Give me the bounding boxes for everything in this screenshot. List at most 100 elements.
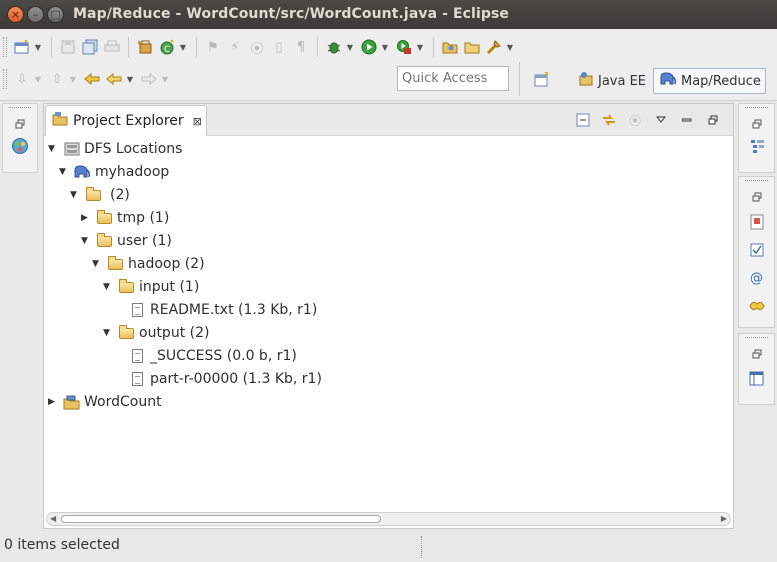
minimize-view-icon[interactable]: [677, 110, 697, 130]
run-icon[interactable]: [359, 37, 379, 57]
folder-icon: [107, 255, 124, 272]
snippets-icon[interactable]: [739, 292, 774, 320]
close-window-button[interactable]: ×: [7, 6, 24, 23]
servers-icon[interactable]: @: [739, 264, 774, 292]
toolbar-grip[interactable]: [3, 37, 7, 57]
toggle-breakpoint-icon[interactable]: ⚑: [203, 37, 223, 57]
new-class-icon[interactable]: C: [157, 37, 177, 57]
toolbar-separator: [433, 37, 434, 57]
debug-icon[interactable]: [324, 37, 344, 57]
tree-item-output[interactable]: ▼ output (2): [101, 322, 209, 344]
collapse-all-icon[interactable]: [573, 110, 593, 130]
horizontal-scrollbar[interactable]: ◀ ▶: [46, 512, 731, 526]
view-header: Project Explorer ⊠ ⦿: [44, 104, 733, 136]
expanded-twistie-icon[interactable]: ▼: [101, 282, 112, 292]
window-controls: × – □: [7, 6, 64, 23]
tab-project-explorer[interactable]: Project Explorer ⊠: [45, 105, 207, 136]
restore-icon[interactable]: [739, 113, 774, 135]
save-icon[interactable]: [58, 37, 78, 57]
restore-icon[interactable]: [739, 186, 774, 208]
java-ee-icon: [578, 71, 594, 91]
expanded-twistie-icon[interactable]: ▼: [46, 144, 57, 154]
show-whitespace-icon[interactable]: ¶: [291, 37, 311, 57]
back-icon[interactable]: [104, 69, 124, 89]
window-titlebar: × – □ Map/Reduce - WordCount/src/WordCou…: [0, 0, 777, 29]
perspective-java-ee[interactable]: Java EE: [573, 68, 651, 94]
open-perspective-icon[interactable]: [532, 70, 552, 90]
tree-item-input[interactable]: ▼ input (1): [101, 276, 199, 298]
run-external-tool-icon[interactable]: [394, 37, 414, 57]
maximize-view-icon[interactable]: [703, 110, 723, 130]
last-edit-location-icon[interactable]: [82, 69, 102, 89]
toolbar-grip[interactable]: [3, 69, 7, 89]
expanded-twistie-icon[interactable]: ▼: [90, 259, 101, 269]
next-annotation-icon[interactable]: ⇩: [12, 69, 32, 89]
tree-item-readme[interactable]: README.txt (1.3 Kb, r1): [112, 299, 317, 321]
perspective-separator: [519, 62, 520, 96]
search-dropdown-icon[interactable]: ▼: [506, 43, 514, 52]
restore-icon[interactable]: [3, 113, 37, 135]
new-wizard-icon[interactable]: [12, 37, 32, 57]
collapsed-twistie-icon[interactable]: ▶: [46, 397, 57, 407]
view-settings-icon[interactable]: ⦿: [625, 110, 645, 130]
expanded-twistie-icon[interactable]: ▼: [79, 236, 90, 246]
close-tab-icon[interactable]: ⊠: [193, 115, 202, 128]
new-dropdown-icon[interactable]: ▼: [34, 43, 42, 52]
new-java-project-icon[interactable]: [135, 37, 155, 57]
back-dropdown-icon[interactable]: ▼: [126, 75, 134, 84]
expanded-twistie-icon[interactable]: ▼: [101, 328, 112, 338]
tree-item-label: input (1): [139, 279, 200, 295]
toggle-mark-icon[interactable]: ⚡: [225, 37, 245, 57]
next-annotation-dropdown-icon[interactable]: ▼: [34, 75, 42, 84]
file-icon: [129, 348, 146, 364]
task-list-icon[interactable]: [3, 135, 37, 157]
tree-item-label: myhadoop: [95, 164, 170, 180]
quick-access-input[interactable]: [397, 66, 509, 91]
tree-item-wordcount[interactable]: ▶ WordCount: [46, 391, 162, 413]
expanded-twistie-icon[interactable]: ▼: [68, 190, 79, 200]
tree-item-root-folder[interactable]: ▼ (2): [68, 184, 130, 206]
perspective-map-reduce[interactable]: Map/Reduce: [653, 68, 766, 94]
collapsed-twistie-icon[interactable]: ▶: [79, 213, 90, 223]
scrollbar-thumb[interactable]: [61, 515, 381, 523]
expanded-twistie-icon[interactable]: ▼: [57, 167, 68, 177]
tree-item-label: _SUCCESS (0.0 b, r1): [150, 348, 297, 364]
debug-dropdown-icon[interactable]: ▼: [346, 43, 354, 52]
previous-annotation-icon[interactable]: ⇧: [47, 69, 67, 89]
open-type-icon[interactable]: [440, 37, 460, 57]
tree-item-label: output (2): [139, 325, 210, 341]
save-all-icon[interactable]: [80, 37, 100, 57]
restore-icon[interactable]: [739, 343, 774, 365]
tree-item-myhadoop[interactable]: ▼ myhadoop: [57, 161, 169, 183]
view-menu-icon[interactable]: [651, 110, 671, 130]
forward-icon[interactable]: [139, 69, 159, 89]
minimize-window-button[interactable]: –: [27, 6, 44, 23]
link-with-editor-icon[interactable]: [599, 110, 619, 130]
tree-item-user[interactable]: ▼ user (1): [79, 230, 172, 252]
tree-item-label: user (1): [117, 233, 172, 249]
tree-item-success[interactable]: _SUCCESS (0.0 b, r1): [112, 345, 297, 367]
tree-item-dfs-locations[interactable]: ▼ DFS Locations: [46, 138, 182, 160]
external-tool-dropdown-icon[interactable]: ▼: [416, 43, 424, 52]
outline-icon[interactable]: [739, 135, 774, 157]
clipboard-icon[interactable]: ▯: [269, 37, 289, 57]
tree-item-hadoop[interactable]: ▼ hadoop (2): [90, 253, 205, 275]
forward-dropdown-icon[interactable]: ▼: [161, 75, 169, 84]
maximize-window-button[interactable]: □: [47, 6, 64, 23]
toolbar-separator: [51, 37, 52, 57]
skip-breakpoints-icon[interactable]: ⦿: [247, 37, 267, 57]
window-layout-icon[interactable]: [739, 365, 774, 391]
tree-item-part-r-00000[interactable]: part-r-00000 (1.3 Kb, r1): [112, 368, 322, 390]
markers-icon[interactable]: [739, 208, 774, 236]
run-dropdown-icon[interactable]: ▼: [381, 43, 389, 52]
previous-annotation-dropdown-icon[interactable]: ▼: [69, 75, 77, 84]
scroll-right-icon[interactable]: ▶: [721, 513, 727, 525]
print-icon[interactable]: [102, 37, 122, 57]
properties-icon[interactable]: [739, 236, 774, 264]
new-class-dropdown-icon[interactable]: ▼: [179, 43, 187, 52]
open-task-icon[interactable]: [462, 37, 482, 57]
search-tool-icon[interactable]: [484, 37, 504, 57]
tree-item-tmp[interactable]: ▶ tmp (1): [79, 207, 169, 229]
toolbar-separator: [128, 37, 129, 57]
scroll-left-icon[interactable]: ◀: [50, 513, 56, 525]
